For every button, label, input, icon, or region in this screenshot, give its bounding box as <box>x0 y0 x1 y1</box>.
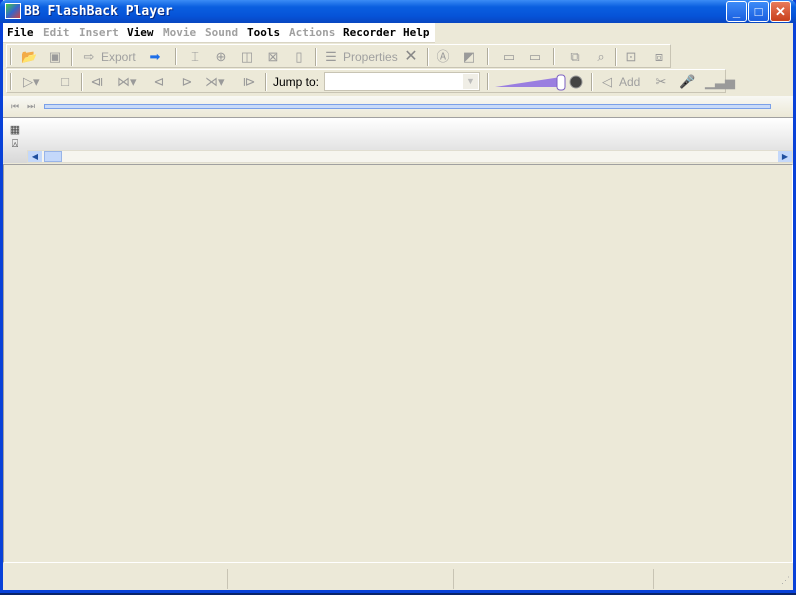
microphone-icon[interactable]: 🎤 <box>679 74 695 90</box>
export-button[interactable]: Export <box>101 50 136 64</box>
title-bar[interactable]: BB FlashBack Player _ □ ✕ <box>0 0 796 23</box>
scroll-left-icon[interactable]: ◀ <box>28 151 42 162</box>
chevron-down-icon[interactable]: ▼ <box>463 74 478 89</box>
zoom-region-icon[interactable]: ▭ <box>501 49 517 65</box>
mute-icon[interactable]: ✂ <box>653 74 669 90</box>
scroll-right-icon[interactable]: ▶ <box>778 151 792 162</box>
menu-help[interactable]: Help <box>403 26 430 39</box>
movie-canvas[interactable] <box>3 164 793 563</box>
next-frame-icon[interactable]: ⊳ <box>179 74 195 90</box>
export-icon[interactable]: ⇨ <box>81 49 97 65</box>
volume-slider[interactable] <box>493 73 585 91</box>
menu-edit[interactable]: Edit <box>43 26 70 39</box>
play-icon[interactable]: ▷▾ <box>23 74 40 90</box>
properties-button[interactable]: Properties <box>343 50 398 64</box>
menu-recorder[interactable]: Recorder <box>343 26 396 39</box>
playback-toolbar: ▷▾ □ ⧏ ⋈▾ ⊲ ⊳ ⋊▾ ⧐ Jump to: ▼ ◁ Add ✂ 🎤 … <box>6 69 735 93</box>
prev-frame-icon[interactable]: ⊲ <box>151 74 167 90</box>
horizontal-scrollbar[interactable]: ◀ ▶ <box>27 150 793 163</box>
main-toolbar: 📂 ▣ ⇨ Export ➡ ⌶ ⊕ ◫ ⊠ ▯ ☰ Properties ✕ … <box>6 44 671 68</box>
restore-icon[interactable]: ⧈ <box>651 49 667 65</box>
menu-view[interactable]: View <box>127 26 154 39</box>
first-frame-icon[interactable]: ⧏ <box>89 74 105 90</box>
shape-icon[interactable]: ◩ <box>461 49 477 65</box>
track-area: ▦ ⍓ ◀ ▶ <box>3 117 793 163</box>
status-bar: ⋰ <box>3 567 793 590</box>
menu-actions[interactable]: Actions <box>289 26 335 39</box>
delete-frame-icon[interactable]: ⊠ <box>265 49 281 65</box>
menu-bar: File Edit Insert View Movie Sound Tools … <box>3 23 793 43</box>
levels-icon[interactable]: ▁▃▅ <box>705 74 735 90</box>
frames-icon[interactable]: ▯ <box>291 49 307 65</box>
screen-icon[interactable]: ⧉ <box>567 49 583 65</box>
stop-icon[interactable]: □ <box>57 74 73 90</box>
add-sound-button[interactable]: Add <box>619 75 640 89</box>
timeline-track[interactable] <box>44 104 771 109</box>
zoom-icon[interactable]: ⌕ <box>593 49 609 65</box>
save-icon[interactable]: ▣ <box>47 49 63 65</box>
menu-movie[interactable]: Movie <box>163 26 196 39</box>
window-icon[interactable]: ▭ <box>527 49 543 65</box>
export-frame-icon[interactable]: ⊡ <box>623 49 639 65</box>
insert-frame-icon[interactable]: ⊕ <box>213 49 229 65</box>
resize-grip-icon[interactable]: ⋰ <box>781 575 790 595</box>
delete-icon[interactable]: ✕ <box>403 49 419 65</box>
close-button[interactable]: ✕ <box>770 1 791 22</box>
publish-icon[interactable]: ➡ <box>147 49 163 65</box>
properties-icon[interactable]: ☰ <box>323 49 339 65</box>
open-icon[interactable]: 📂 <box>21 49 37 65</box>
prev-click-icon[interactable]: ⋈▾ <box>117 74 137 90</box>
last-frame-icon[interactable]: ⧐ <box>241 74 257 90</box>
menu-tools[interactable]: Tools <box>247 26 280 39</box>
status-pane-3 <box>454 569 654 589</box>
jump-to-label: Jump to: <box>273 75 320 89</box>
app-icon <box>5 3 21 19</box>
timeline-end-icon[interactable]: ⏭ <box>23 98 39 114</box>
status-pane-1 <box>3 569 228 589</box>
mouse-icon: ⍓ <box>11 138 19 150</box>
crop-icon[interactable]: ⌶ <box>187 49 203 65</box>
menu-sound[interactable]: Sound <box>205 26 238 39</box>
window-title: BB FlashBack Player <box>24 4 173 19</box>
minimize-button[interactable]: _ <box>726 1 747 22</box>
timeline-start-icon[interactable]: ⏮ <box>7 98 23 114</box>
timeline: ⏮ ⏭ <box>3 96 793 116</box>
text-icon[interactable]: Ⓐ <box>435 49 451 65</box>
jump-to-select[interactable]: ▼ <box>324 72 480 91</box>
next-click-icon[interactable]: ⋊▾ <box>205 74 225 90</box>
split-icon[interactable]: ◫ <box>239 49 255 65</box>
maximize-button[interactable]: □ <box>748 1 769 22</box>
menu-file[interactable]: File <box>7 26 34 39</box>
scroll-thumb[interactable] <box>44 151 62 162</box>
status-pane-2 <box>228 569 454 589</box>
speaker-icon[interactable]: ◁ <box>599 74 615 90</box>
menu-insert[interactable]: Insert <box>79 26 119 39</box>
app-window: BB FlashBack Player _ □ ✕ File Edit Inse… <box>0 0 796 593</box>
